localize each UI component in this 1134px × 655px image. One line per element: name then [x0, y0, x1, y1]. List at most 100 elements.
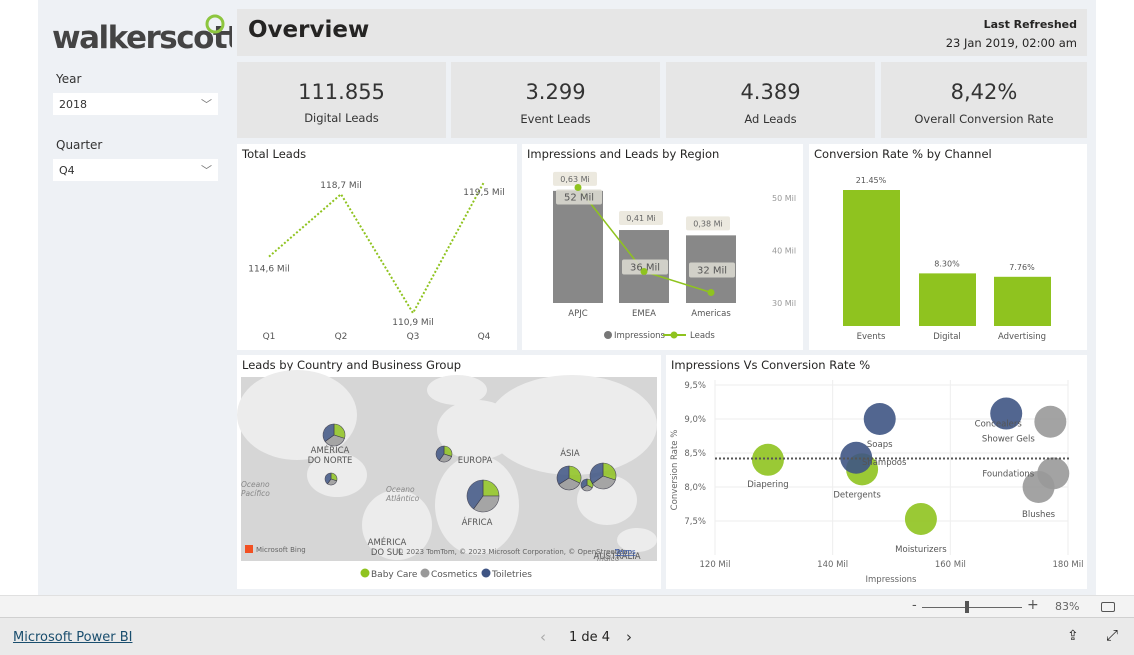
chevron-down-icon: ﹀	[201, 164, 212, 177]
y-tick-label: 30 Mil	[772, 299, 796, 308]
total-leads-chart[interactable]: Total Leads 114,6 Mil Q1 118,7 Mil Q2 110,9 …	[237, 144, 517, 350]
kpi-card: 8,42% Overall Conversion Rate	[881, 62, 1087, 138]
kpi-value: 8,42%	[950, 80, 1018, 104]
page-indicator: 1 de 4	[569, 630, 611, 645]
data-label: 8.30%	[934, 259, 960, 268]
series-line	[268, 181, 485, 316]
bubble	[751, 443, 784, 476]
x-axis-title: Impressions	[866, 575, 918, 585]
y-axis-title: Conversion Rate %	[670, 430, 680, 511]
bubble-label: Diapering	[747, 480, 788, 490]
kpi-card: 4.389 Ad Leads	[666, 62, 875, 138]
bubble-label: Concealers	[975, 420, 1023, 430]
bubble	[863, 403, 896, 435]
bubble-label: Foundations	[982, 469, 1034, 479]
legend-marker	[670, 331, 678, 339]
x-tick-label: EMEA	[632, 309, 656, 319]
data-label: 118,7 Mil	[320, 181, 361, 191]
x-tick-label: Q3	[407, 332, 420, 342]
bar	[994, 276, 1051, 326]
region-chart[interactable]: Impressions and Leads by Region 30 Mil 40…	[522, 144, 803, 350]
bubble-label: Shampoos	[862, 458, 907, 468]
year-label: Year	[56, 72, 82, 86]
data-label: 119,5 Mil	[463, 188, 504, 198]
prev-page-icon[interactable]: ‹	[540, 628, 546, 646]
y-tick-label: 50 Mil	[772, 194, 796, 203]
data-label: 52 Mil	[564, 193, 594, 204]
data-label: 114,6 Mil	[248, 265, 289, 275]
y-tick-label: 9,5%	[684, 381, 706, 391]
leads-point	[707, 289, 715, 296]
kpi-label: Event Leads	[520, 112, 591, 126]
x-tick-label: Digital	[933, 332, 961, 342]
x-tick-label: 120 Mil	[700, 560, 731, 570]
kpi-card: 3.299 Event Leads	[451, 62, 660, 138]
x-tick-label: Americas	[691, 309, 731, 319]
kpi-value: 111.855	[298, 80, 385, 104]
map-land	[427, 375, 487, 405]
ocean-label: Oceano	[241, 480, 270, 489]
x-tick-label: Q1	[263, 332, 276, 342]
y-tick-label: 7,5%	[684, 517, 706, 527]
map-terms-link[interactable]: Terms	[614, 548, 636, 556]
chevron-down-icon: ﹀	[201, 98, 212, 111]
region-label: AMÉRICA	[368, 536, 407, 548]
power-bi-link[interactable]: Microsoft Power BI	[13, 630, 132, 645]
year-dropdown[interactable]: 2018 ﹀	[53, 93, 218, 115]
x-tick-label: Q2	[335, 332, 348, 342]
legend-label: Impressions	[614, 331, 666, 341]
region-label: ÁSIA	[560, 447, 580, 459]
last-refreshed-value: 23 Jan 2019, 02:00 am	[945, 36, 1077, 50]
bubble-label: Detergents	[833, 490, 881, 500]
fit-to-page-icon[interactable]	[1101, 602, 1115, 612]
legend-label: Baby Care	[371, 570, 418, 580]
data-label: 0,41 Mi	[626, 214, 655, 223]
x-tick-label: 160 Mil	[935, 560, 966, 570]
map-chart[interactable]: Leads by Country and Business Group AMÉR…	[237, 355, 661, 589]
channel-chart[interactable]: Conversion Rate % by Channel 21.45% Event…	[809, 144, 1087, 350]
leads-point	[574, 184, 582, 191]
map-land	[487, 375, 657, 475]
quarter-value: Q4	[59, 164, 75, 177]
region-label: EUROPA	[458, 456, 493, 466]
kpi-label: Ad Leads	[744, 112, 797, 126]
ocean-label: Atlântico	[385, 494, 420, 503]
zoom-in-button[interactable]: +	[1027, 597, 1039, 613]
scatter-chart[interactable]: Impressions Vs Conversion Rate % 120 Mil…	[666, 355, 1087, 589]
region-label: AMÉRICA	[311, 444, 350, 456]
x-tick-label: Events	[857, 332, 886, 342]
bubble-label: Soaps	[867, 440, 893, 450]
data-label: 0,38 Mi	[693, 219, 722, 228]
fullscreen-icon[interactable]: ⤢	[1106, 626, 1118, 644]
kpi-value: 3.299	[525, 80, 586, 104]
map-attribution: © 2023 TomTom, © 2023 Microsoft Corporat…	[397, 548, 633, 556]
next-page-icon[interactable]: ›	[626, 628, 632, 646]
legend-marker	[420, 568, 430, 578]
year-value: 2018	[59, 98, 87, 111]
zoom-percent: 83%	[1055, 600, 1080, 613]
zoom-out-button[interactable]: -	[912, 598, 917, 613]
y-tick-label: 8,0%	[684, 483, 706, 493]
bing-logo-icon	[245, 545, 253, 553]
x-tick-label: APJC	[568, 309, 587, 319]
legend-label: Leads	[690, 331, 715, 341]
share-icon[interactable]: ⇪	[1067, 628, 1079, 644]
y-tick-label: 40 Mil	[772, 247, 796, 256]
impressions-bar	[553, 190, 603, 303]
bar	[843, 190, 900, 326]
zoom-slider[interactable]	[922, 607, 1022, 608]
bubble-label: Shower Gels	[982, 435, 1036, 445]
zoom-bar: - + 83%	[0, 595, 1134, 618]
x-tick-label: Q4	[478, 332, 491, 342]
zoom-slider-handle[interactable]	[965, 601, 969, 613]
kpi-card: 111.855 Digital Leads	[237, 62, 446, 138]
kpi-label: Overall Conversion Rate	[914, 112, 1054, 126]
page-title: Overview	[248, 17, 370, 43]
x-tick-label: 180 Mil	[1053, 560, 1084, 570]
data-label: 32 Mil	[697, 266, 727, 277]
quarter-dropdown[interactable]: Q4 ﹀	[53, 159, 218, 181]
x-tick-label: Advertising	[998, 332, 1046, 342]
leads-point	[640, 268, 648, 275]
bubble	[904, 502, 937, 535]
x-tick-label: 140 Mil	[817, 560, 848, 570]
